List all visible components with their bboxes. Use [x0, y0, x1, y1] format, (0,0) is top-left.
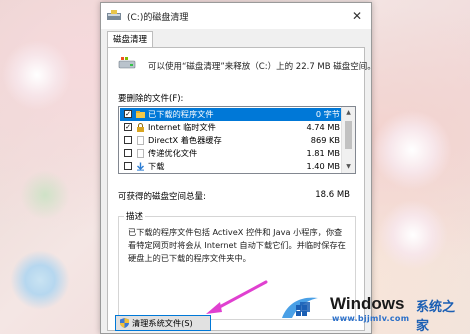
checkbox[interactable]: [124, 162, 132, 170]
title-bar[interactable]: (C:)的磁盘清理 ✕: [101, 3, 371, 29]
background-blossom: [378, 200, 448, 270]
drive-icon: [118, 57, 136, 69]
scroll-up-icon[interactable]: ▲: [342, 107, 355, 119]
file-size: 0 字节: [315, 109, 340, 119]
list-item[interactable]: 传递优化文件 1.81 MB: [120, 147, 342, 160]
file-name: Internet 临时文件: [148, 122, 216, 132]
checkbox[interactable]: [124, 136, 132, 144]
total-space-value: 18.6 MB: [315, 190, 350, 200]
background-blossom: [10, 250, 70, 310]
files-to-delete-label: 要删除的文件(F):: [118, 94, 184, 104]
file-size: 869 KB: [310, 135, 340, 145]
scroll-down-icon[interactable]: ▼: [342, 161, 355, 173]
total-space-label: 可获得的磁盘空间总量:: [118, 192, 206, 202]
file-icon: [137, 136, 144, 145]
list-item[interactable]: 下载 1.40 MB: [120, 160, 342, 173]
folder-icon: [136, 111, 145, 118]
file-name: 已下载的程序文件: [148, 109, 214, 119]
tab-disk-cleanup[interactable]: 磁盘清理: [107, 31, 153, 48]
background-blossom: [2, 40, 72, 110]
watermark-chinese-name: 系统之家: [416, 300, 456, 334]
windows-logo-icon: [282, 297, 318, 318]
window-title: (C:)的磁盘清理: [127, 13, 189, 23]
site-watermark: Windows 系统之家 www.bjjmlv.com: [280, 290, 466, 334]
list-item[interactable]: ✓ 已下载的程序文件 0 字节: [120, 108, 342, 121]
disk-cleanup-icon: [107, 10, 121, 20]
lock-icon: [137, 123, 144, 132]
file-name: 下载: [148, 161, 165, 171]
checkbox[interactable]: ✓: [124, 110, 132, 118]
file-size: 1.81 MB: [306, 148, 340, 158]
background-blossom: [20, 170, 70, 220]
summary-text: 可以使用“磁盘清理”来释放（C:）上的 22.7 MB 磁盘空间。: [148, 62, 376, 72]
scroll-thumb[interactable]: [345, 121, 352, 149]
description-text: 已下载的程序文件包括 ActiveX 控件和 Java 小程序，你查看特定网页时…: [128, 227, 346, 263]
description-title: 描述: [124, 210, 146, 222]
cleanup-system-files-button[interactable]: 清理系统文件(S): [115, 315, 211, 331]
file-size: 4.74 MB: [306, 122, 340, 132]
watermark-brand: Windows: [330, 294, 405, 313]
shield-icon: [120, 318, 129, 328]
list-item[interactable]: DirectX 着色器缓存 869 KB: [120, 134, 342, 147]
files-to-delete-list[interactable]: ✓ 已下载的程序文件 0 字节 ✓ Internet 临时文件 4.74 MB …: [118, 106, 356, 174]
watermark-url: www.bjjmlv.com: [332, 314, 410, 323]
file-name: DirectX 着色器缓存: [148, 135, 222, 145]
close-button[interactable]: ✕: [347, 7, 367, 25]
file-size: 1.40 MB: [306, 161, 340, 171]
download-icon: [137, 162, 144, 171]
checkbox[interactable]: [124, 149, 132, 157]
cleanup-system-files-label: 清理系统文件(S): [132, 318, 193, 328]
scrollbar[interactable]: ▲ ▼: [341, 107, 355, 173]
file-icon: [137, 149, 144, 158]
file-name: 传递优化文件: [148, 148, 198, 158]
background-blossom: [372, 110, 452, 190]
pointer-arrow-icon: [206, 280, 268, 314]
list-item[interactable]: ✓ Internet 临时文件 4.74 MB: [120, 121, 342, 134]
checkbox[interactable]: ✓: [124, 123, 132, 131]
